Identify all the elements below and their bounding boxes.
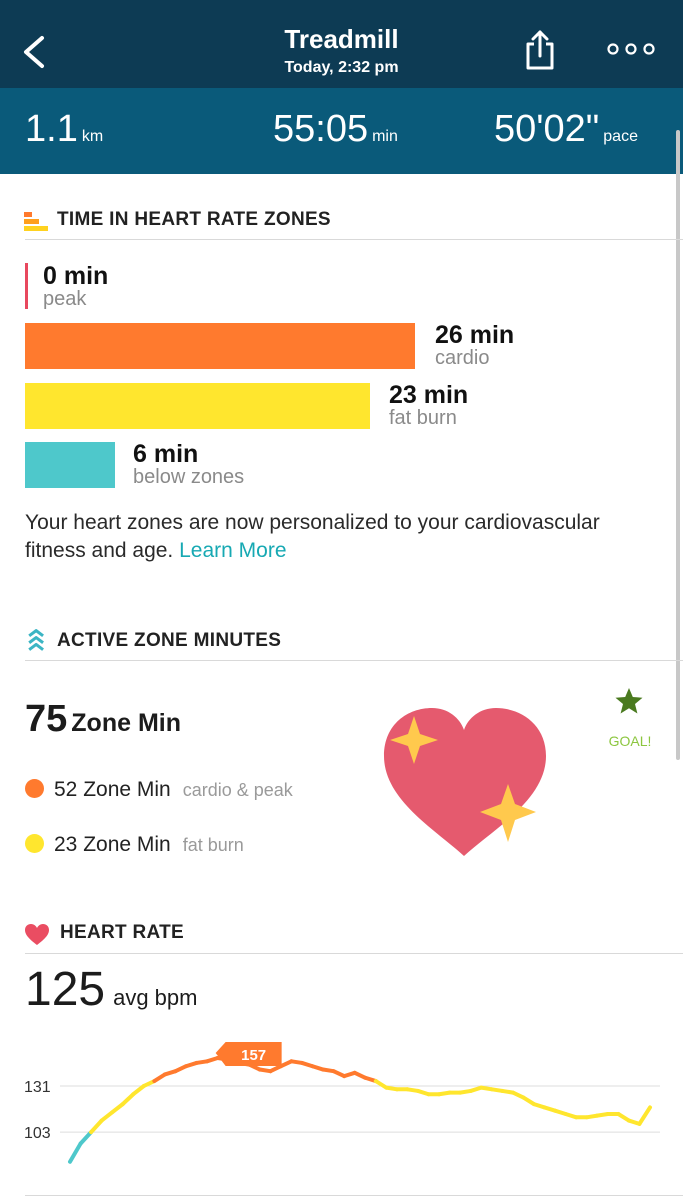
azm-row-fatburn: 23 Zone Min fat burn bbox=[25, 833, 244, 857]
divider bbox=[25, 953, 683, 954]
sparkling-heart-icon bbox=[384, 708, 546, 856]
hr-line-segment bbox=[131, 1084, 146, 1097]
heart-rate-title: HEART RATE bbox=[60, 922, 185, 943]
azm-header: ACTIVE ZONE MINUTES bbox=[0, 628, 683, 658]
zone-label-fatburn: fat burn bbox=[389, 407, 457, 429]
hr-line-segment bbox=[99, 1110, 115, 1123]
zone-value-below: 6 min bbox=[133, 440, 199, 468]
heart-rate-chart[interactable]: 131 103 157 bbox=[0, 1030, 683, 1170]
y-tick-label: 131 bbox=[24, 1079, 51, 1096]
learn-more-link[interactable]: Learn More bbox=[179, 539, 286, 562]
hr-line-segment bbox=[637, 1105, 652, 1126]
zone-label-cardio: cardio bbox=[435, 347, 490, 369]
duration-stat: 55:05 min bbox=[273, 108, 398, 150]
peak-marker: 157 bbox=[215, 1042, 282, 1066]
hr-line-segment bbox=[78, 1130, 94, 1146]
chart-gridlines bbox=[60, 1085, 660, 1133]
zone-bar-peak bbox=[25, 263, 28, 309]
page-title: Treadmill bbox=[284, 24, 399, 54]
peak-label: 157 bbox=[241, 1047, 266, 1064]
hr-line-segment bbox=[110, 1102, 125, 1115]
zone-bar-fatburn bbox=[25, 383, 370, 429]
more-horizontal-icon[interactable] bbox=[606, 42, 656, 56]
fatburn-dot bbox=[25, 834, 44, 853]
chart-y-ticks: 131 103 bbox=[24, 1079, 51, 1142]
azm-total: 75 Zone Min bbox=[25, 698, 181, 740]
share-icon[interactable] bbox=[520, 28, 560, 72]
divider bbox=[25, 239, 683, 240]
zone-value-cardio: 26 min bbox=[435, 321, 515, 349]
pace-stat: 50'02" pace bbox=[494, 108, 638, 150]
hr-line-segment bbox=[120, 1092, 136, 1107]
hr-line-segment bbox=[89, 1118, 104, 1135]
chevrons-up-icon bbox=[28, 629, 44, 651]
summary-stats: 1.1 km 55:05 min 50'02" pace bbox=[0, 88, 683, 174]
divider bbox=[25, 660, 683, 661]
azm-row-cardio: 52 Zone Min cardio & peak bbox=[25, 778, 293, 802]
y-tick-label: 103 bbox=[24, 1125, 51, 1142]
hr-zones-title: TIME IN HEART RATE ZONES bbox=[57, 209, 331, 230]
zone-label-below: below zones bbox=[133, 466, 245, 488]
zone-bar-cardio bbox=[25, 323, 415, 369]
goal-label: GOAL! bbox=[608, 733, 652, 749]
zone-label-peak: peak bbox=[43, 288, 87, 310]
page-subtitle: Today, 2:32 pm bbox=[284, 59, 399, 76]
zones-description: Your heart zones are now personalized to… bbox=[25, 511, 600, 562]
hr-zones-header: TIME IN HEART RATE ZONES bbox=[0, 207, 683, 237]
divider bbox=[25, 1195, 683, 1196]
azm-title: ACTIVE ZONE MINUTES bbox=[57, 630, 282, 651]
zones-bars-icon bbox=[24, 212, 48, 231]
top-bar: Treadmill Today, 2:32 pm bbox=[0, 0, 683, 88]
zone-value-fatburn: 23 min bbox=[389, 381, 469, 409]
chart-series bbox=[68, 1056, 652, 1164]
avg-heart-rate: 125 avg bpm bbox=[25, 963, 198, 1016]
cardio-dot bbox=[25, 779, 44, 798]
zone-bar-below bbox=[25, 442, 115, 488]
distance-stat: 1.1 km bbox=[25, 108, 104, 150]
star-icon bbox=[615, 688, 643, 714]
heart-icon bbox=[25, 924, 49, 945]
heart-rate-header: HEART RATE bbox=[0, 920, 683, 950]
zone-value-peak: 0 min bbox=[43, 262, 109, 290]
hr-line-segment bbox=[68, 1141, 83, 1164]
